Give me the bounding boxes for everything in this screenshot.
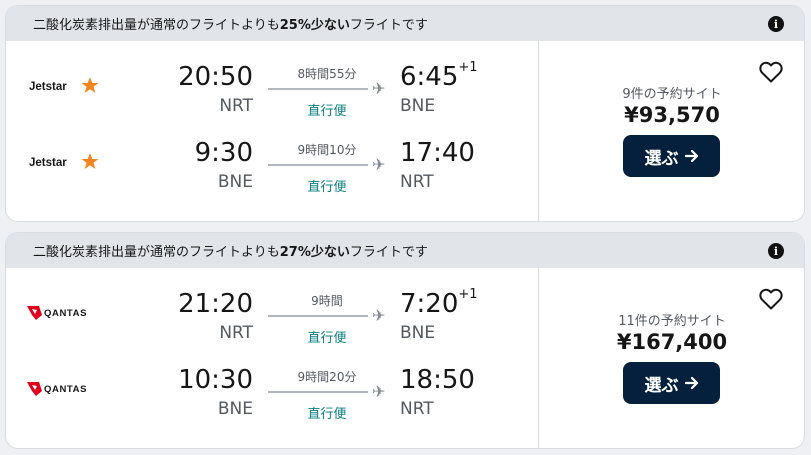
price-panel: 11件の予約サイト ¥167,400 選ぶ — [538, 268, 804, 448]
airline-name: Jetstar — [29, 157, 67, 169]
jetstar-logo: Jetstar — [29, 77, 99, 93]
qantas-logo: QANTAS — [27, 382, 87, 396]
departure-time: 20:50 — [178, 62, 253, 92]
arrival-time-value: 7:20 — [400, 289, 459, 319]
heart-icon[interactable] — [759, 288, 783, 310]
day-offset: +1 — [458, 287, 478, 302]
plane-icon: ✈ — [372, 155, 386, 174]
departure-airport: BNE — [217, 399, 253, 419]
eco-banner-highlight: 27%少ない — [279, 245, 350, 260]
leg-outbound: Jetstar 20:50 NRT 8時間55分 ✈ 直行便 6:45+1 BN… — [6, 56, 538, 119]
arrival-time-value: 6:45 — [400, 62, 459, 92]
price: ¥167,400 — [616, 330, 728, 354]
route-line — [268, 88, 368, 90]
arrival-airport: BNE — [400, 96, 436, 116]
eco-banner: 二酸化炭素排出量が通常のフライトよりも 25%少ない フライトです i — [6, 6, 804, 41]
departure-time: 21:20 — [178, 289, 253, 319]
day-offset: +1 — [458, 60, 478, 75]
departure-time: 9:30 — [194, 138, 253, 168]
eco-banner: 二酸化炭素排出量が通常のフライトよりも 27%少ない フライトです i — [6, 233, 804, 268]
route-line — [268, 315, 368, 317]
stops-label: 直行便 — [307, 180, 347, 195]
jetstar-logo: Jetstar — [29, 153, 99, 169]
arrival-time: 18:50 — [400, 365, 475, 395]
flight-duration: 9時間20分 — [297, 370, 357, 384]
price-panel: 9件の予約サイト ¥93,570 選ぶ — [538, 41, 804, 221]
select-button-label: 選ぶ — [644, 148, 679, 169]
stops-label: 直行便 — [307, 104, 347, 119]
booking-sites-count: 9件の予約サイト — [622, 87, 722, 102]
arrival-airport: NRT — [400, 399, 434, 419]
qantas-logo: QANTAS — [27, 306, 87, 320]
airline-name: Jetstar — [29, 81, 67, 93]
eco-banner-suffix: フライトです — [349, 245, 428, 260]
result-card-2[interactable]: 二酸化炭素排出量が通常のフライトよりも 27%少ない フライトです i QANTAS… — [6, 233, 804, 448]
arrow-right-icon — [684, 376, 698, 390]
stops-label: 直行便 — [307, 407, 347, 422]
arrival-time: 17:40 — [400, 138, 475, 168]
booking-sites-count: 11件の予約サイト — [618, 314, 726, 329]
departure-time: 10:30 — [178, 365, 253, 395]
arrival-time: 6:45+1 — [400, 60, 478, 92]
departure-airport: NRT — [219, 96, 253, 116]
heart-icon[interactable] — [759, 61, 783, 83]
jetstar-star-icon — [81, 77, 99, 93]
leg-return: QANTAS 10:30 BNE 9時間20分 ✈ 直行便 18:50 NRT — [6, 359, 538, 422]
flight-duration: 9時間 — [311, 294, 343, 308]
info-icon[interactable]: i — [768, 243, 784, 259]
jetstar-star-icon — [81, 153, 99, 169]
leg-outbound: QANTAS 21:20 NRT 9時間 ✈ 直行便 7:20+1 BNE — [6, 283, 538, 346]
select-button-label: 選ぶ — [644, 375, 679, 396]
eco-banner-prefix: 二酸化炭素排出量が通常のフライトよりも — [33, 245, 280, 260]
itinerary: QANTAS 21:20 NRT 9時間 ✈ 直行便 7:20+1 BNE QA… — [6, 268, 538, 448]
airline-name: QANTAS — [44, 384, 87, 395]
arrival-time: 7:20+1 — [400, 287, 478, 319]
price: ¥93,570 — [624, 103, 720, 127]
plane-icon: ✈ — [372, 79, 386, 98]
arrival-time-value: 17:40 — [400, 138, 475, 168]
stops-label: 直行便 — [307, 331, 347, 346]
eco-banner-highlight: 25%少ない — [279, 18, 350, 33]
route-line — [268, 391, 368, 393]
arrival-airport: NRT — [400, 172, 434, 192]
flight-duration: 9時間10分 — [297, 143, 357, 157]
flight-duration: 8時間55分 — [297, 67, 357, 81]
departure-airport: BNE — [217, 172, 253, 192]
airline-name: QANTAS — [44, 308, 87, 319]
info-icon[interactable]: i — [768, 16, 784, 32]
arrival-airport: BNE — [400, 323, 436, 343]
leg-return: Jetstar 9:30 BNE 9時間10分 ✈ 直行便 17:40 NRT — [6, 132, 538, 195]
eco-banner-prefix: 二酸化炭素排出量が通常のフライトよりも — [33, 18, 280, 33]
eco-banner-suffix: フライトです — [349, 18, 428, 33]
itinerary: Jetstar 20:50 NRT 8時間55分 ✈ 直行便 6:45+1 BN… — [6, 41, 538, 221]
route-line — [268, 164, 368, 166]
result-card-1[interactable]: 二酸化炭素排出量が通常のフライトよりも 25%少ない フライトです i Jetsta… — [6, 6, 804, 221]
plane-icon: ✈ — [372, 382, 386, 401]
arrow-right-icon — [684, 149, 698, 163]
select-button[interactable]: 選ぶ — [623, 135, 720, 177]
plane-icon: ✈ — [372, 306, 386, 325]
select-button[interactable]: 選ぶ — [623, 362, 720, 404]
arrival-time-value: 18:50 — [400, 365, 475, 395]
departure-airport: NRT — [219, 323, 253, 343]
